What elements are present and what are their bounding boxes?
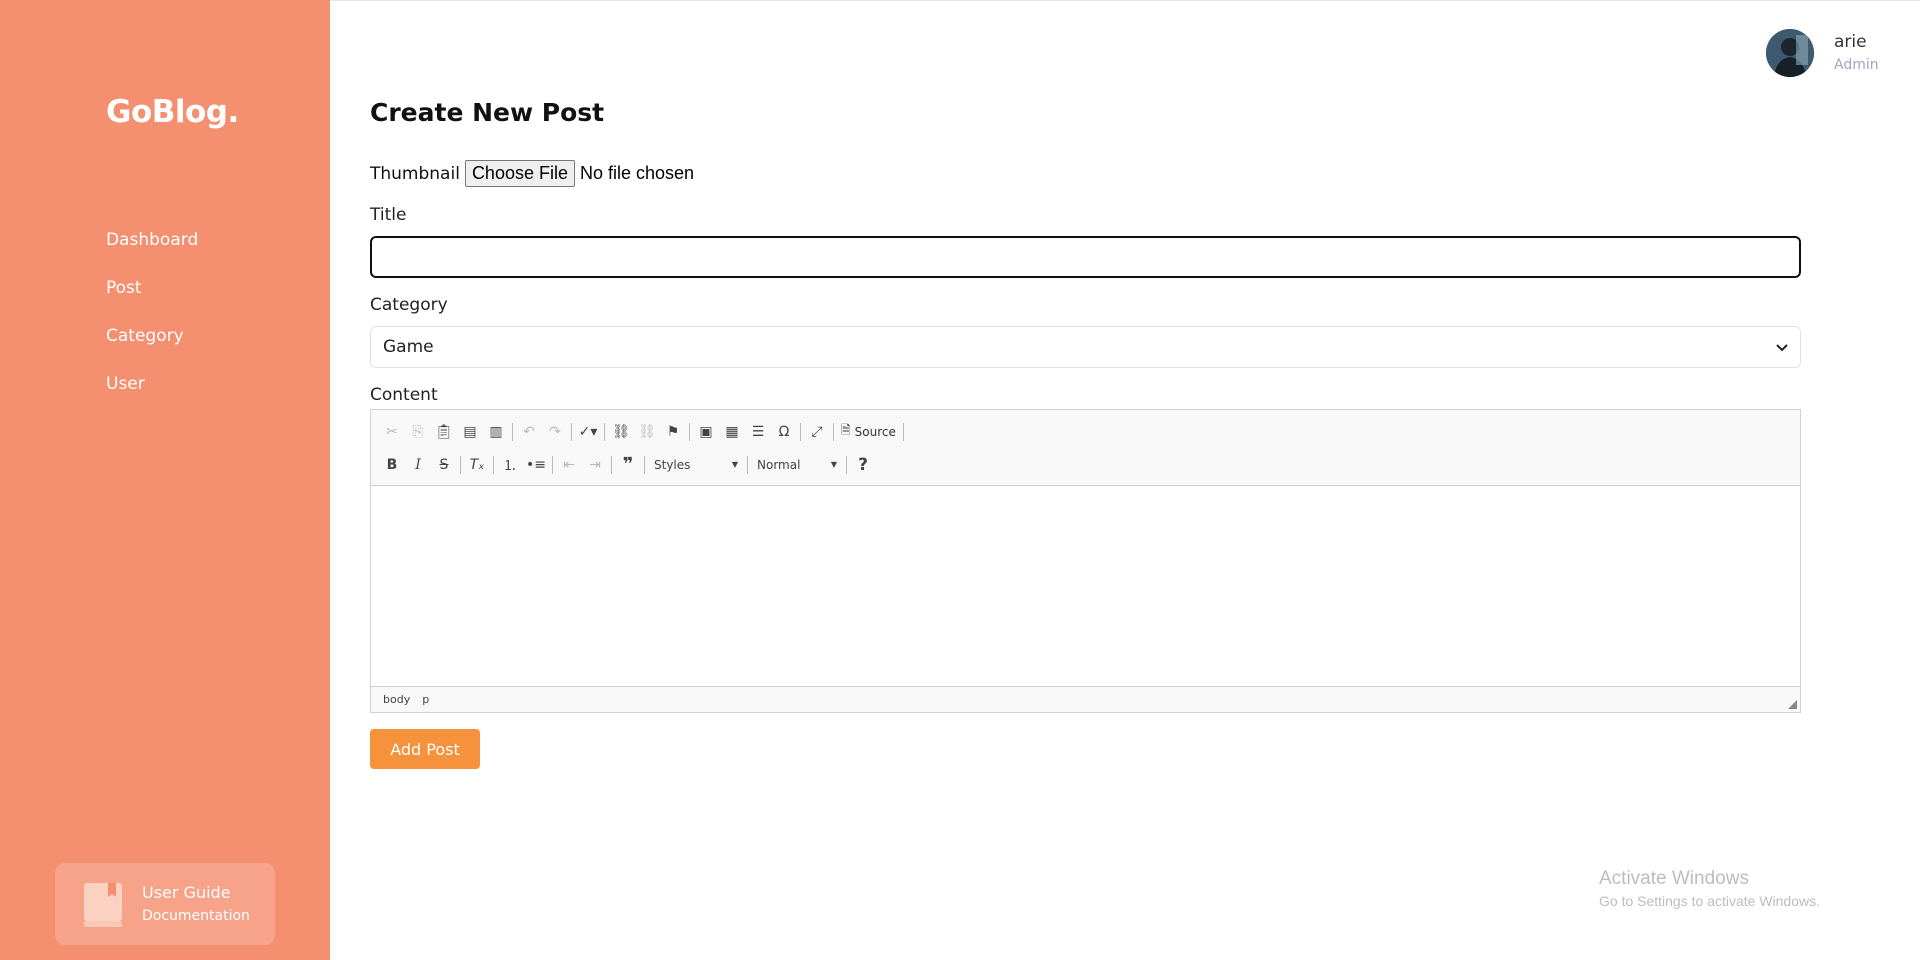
paste-icon[interactable]: 📋︎ bbox=[431, 419, 457, 445]
paste-word-icon[interactable]: ▥ bbox=[483, 419, 509, 445]
strikethrough-icon[interactable]: S bbox=[431, 452, 457, 478]
styles-combo[interactable]: Styles ▼ bbox=[648, 453, 744, 477]
remove-format-icon[interactable]: Tₓ bbox=[464, 452, 490, 478]
path-item-body[interactable]: body bbox=[383, 693, 410, 706]
user-role: Admin bbox=[1834, 57, 1879, 73]
combo-arrow-icon: ▼ bbox=[731, 460, 738, 469]
toolbar-separator bbox=[493, 455, 494, 474]
activate-windows-title: Activate Windows bbox=[1599, 868, 1749, 889]
toolbar-separator bbox=[552, 455, 553, 474]
sidebar-item-post[interactable]: Post bbox=[106, 276, 198, 324]
link-icon[interactable]: ⛓ bbox=[608, 419, 634, 445]
toolbar-separator bbox=[747, 455, 748, 474]
outdent-icon[interactable]: ⇤ bbox=[556, 452, 582, 478]
copy-icon[interactable]: ⎘ bbox=[405, 419, 431, 445]
editor-content-area[interactable] bbox=[371, 486, 1800, 686]
bulleted-list-icon[interactable]: •≡ bbox=[523, 452, 549, 478]
sidebar-nav: Dashboard Post Category User bbox=[106, 228, 198, 420]
bold-icon[interactable]: B bbox=[379, 452, 405, 478]
cut-icon[interactable]: ✂ bbox=[379, 419, 405, 445]
spellcheck-icon[interactable]: ✓▾ bbox=[575, 419, 601, 445]
source-button[interactable]: 🗎︎ Source bbox=[837, 419, 900, 445]
top-divider bbox=[330, 0, 1920, 1]
toolbar-separator bbox=[833, 422, 834, 441]
file-status: No file chosen bbox=[579, 163, 695, 183]
title-input[interactable] bbox=[370, 236, 1801, 278]
activate-windows-subtitle: Go to Settings to activate Windows. bbox=[1599, 893, 1820, 909]
rich-text-editor: ✂ ⎘ 📋︎ ▤ ▥ ↶ ↷ ✓▾ ⛓ ⛓ ⚑ ▣ ▦ ☰ Ω ⤢ 🗎︎ Sou… bbox=[370, 409, 1801, 713]
italic-icon[interactable]: I bbox=[405, 452, 431, 478]
toolbar-separator bbox=[604, 422, 605, 441]
brand-logo[interactable]: GoBlog. bbox=[106, 94, 239, 130]
toolbar-separator bbox=[800, 422, 801, 441]
format-combo-label: Normal bbox=[757, 457, 801, 472]
user-guide-title: User Guide bbox=[142, 883, 231, 902]
undo-icon[interactable]: ↶ bbox=[516, 419, 542, 445]
category-value: Game bbox=[383, 337, 434, 357]
choose-file-button[interactable]: Choose File bbox=[464, 160, 575, 187]
sidebar-item-category[interactable]: Category bbox=[106, 324, 198, 372]
avatar[interactable] bbox=[1766, 29, 1814, 77]
thumbnail-row: Thumbnail Choose File No file chosen bbox=[370, 160, 694, 187]
user-guide-subtitle: Documentation bbox=[142, 908, 250, 924]
indent-icon[interactable]: ⇥ bbox=[582, 452, 608, 478]
resize-handle-icon[interactable] bbox=[1788, 700, 1797, 709]
format-combo[interactable]: Normal ▼ bbox=[751, 453, 843, 477]
category-label: Category bbox=[370, 295, 448, 315]
editor-status-path: body p bbox=[371, 686, 1800, 712]
blockquote-icon[interactable]: ❞ bbox=[615, 452, 641, 478]
sidebar: GoBlog. Dashboard Post Category User Use… bbox=[0, 0, 330, 960]
sidebar-item-user[interactable]: User bbox=[106, 372, 198, 420]
toolbar-separator bbox=[571, 422, 572, 441]
toolbar-separator bbox=[846, 455, 847, 474]
chevron-down-icon bbox=[1776, 337, 1788, 357]
numbered-list-icon[interactable]: ⒈ bbox=[497, 452, 523, 478]
user-name: arie bbox=[1834, 32, 1867, 52]
paste-text-icon[interactable]: ▤ bbox=[457, 419, 483, 445]
source-label: Source bbox=[854, 424, 896, 439]
editor-toolbar: ✂ ⎘ 📋︎ ▤ ▥ ↶ ↷ ✓▾ ⛓ ⛓ ⚑ ▣ ▦ ☰ Ω ⤢ 🗎︎ Sou… bbox=[371, 410, 1800, 486]
thumbnail-label: Thumbnail bbox=[370, 163, 460, 184]
book-icon bbox=[84, 883, 122, 931]
redo-icon[interactable]: ↷ bbox=[542, 419, 568, 445]
toolbar-separator bbox=[689, 422, 690, 441]
unlink-icon[interactable]: ⛓ bbox=[634, 419, 660, 445]
category-select[interactable]: Game bbox=[370, 326, 1801, 368]
toolbar-separator bbox=[512, 422, 513, 441]
source-icon: 🗎︎ bbox=[841, 423, 851, 437]
sidebar-item-dashboard[interactable]: Dashboard bbox=[106, 228, 198, 276]
title-label: Title bbox=[370, 205, 407, 225]
combo-arrow-icon: ▼ bbox=[830, 460, 837, 469]
path-item-p[interactable]: p bbox=[422, 693, 429, 706]
user-guide-card[interactable]: User Guide Documentation bbox=[55, 863, 275, 945]
maximize-icon[interactable]: ⤢ bbox=[804, 419, 830, 445]
toolbar-separator bbox=[460, 455, 461, 474]
add-post-button[interactable]: Add Post bbox=[370, 729, 480, 769]
toolbar-separator bbox=[902, 422, 904, 441]
content-label: Content bbox=[370, 385, 438, 405]
table-icon[interactable]: ▦ bbox=[719, 419, 745, 445]
toolbar-separator bbox=[611, 455, 612, 474]
horizontal-line-icon[interactable]: ☰ bbox=[745, 419, 771, 445]
special-char-icon[interactable]: Ω bbox=[771, 419, 797, 445]
image-icon[interactable]: ▣ bbox=[693, 419, 719, 445]
page-title: Create New Post bbox=[370, 98, 605, 127]
help-icon[interactable]: ? bbox=[850, 452, 876, 478]
toolbar-separator bbox=[644, 455, 645, 474]
styles-combo-label: Styles bbox=[654, 457, 691, 472]
anchor-flag-icon[interactable]: ⚑ bbox=[660, 419, 686, 445]
